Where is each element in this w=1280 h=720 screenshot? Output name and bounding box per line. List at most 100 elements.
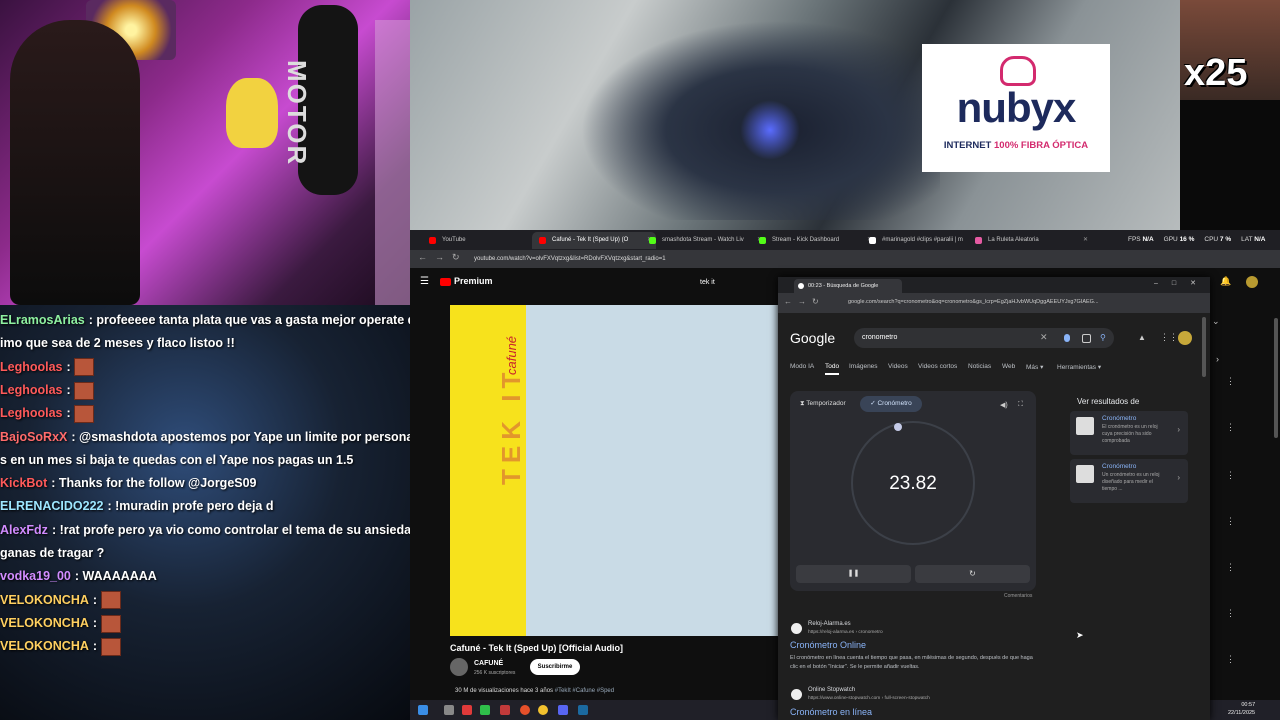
labs-icon[interactable]: ▲	[1138, 333, 1146, 342]
menu-icon[interactable]: ☰	[420, 276, 429, 287]
volume-icon[interactable]: ◀)	[1000, 401, 1008, 409]
search-input[interactable]: cronometro	[862, 334, 897, 341]
stat-item: LAT N/A	[1241, 236, 1266, 243]
scrollbar[interactable]	[1274, 318, 1278, 438]
chat-emote-icon	[100, 614, 121, 633]
filter-tab[interactable]: Web	[1002, 363, 1015, 370]
chat-text: :	[66, 382, 75, 397]
chevron-right-icon[interactable]: ›	[1177, 425, 1180, 434]
filter-tab[interactable]: Imágenes	[849, 363, 878, 370]
more-icon[interactable]: ⋮	[1226, 654, 1235, 665]
result-site[interactable]: Online Stopwatch	[808, 687, 855, 693]
channel-name[interactable]: CAFUNÉ	[474, 660, 503, 667]
chat-username: ELramosArias	[0, 313, 85, 327]
timer-tab[interactable]: ⧗ Temporizador	[800, 400, 846, 408]
app-icon[interactable]	[462, 705, 472, 715]
related-card[interactable]: Cronómetro Un cronómetro es un reloj dis…	[1070, 459, 1188, 503]
more-icon[interactable]: ⋮	[1226, 562, 1235, 573]
chat-text: : profeeeee tanta plata que vas a gasta …	[88, 313, 410, 327]
search-icon[interactable]	[444, 705, 454, 715]
chat-message: VELOKONCHA:	[0, 589, 410, 612]
reset-button[interactable]: ↻	[915, 565, 1030, 583]
card-title[interactable]: Cronómetro	[1102, 415, 1136, 422]
stream-chat: ELramosArias: profeeeee tanta plata que …	[0, 305, 410, 720]
browser-tab[interactable]: YouTube✕	[422, 232, 546, 249]
browser-tab[interactable]: Stream - Kick Dashboard✕	[752, 232, 876, 249]
filter-tab[interactable]: Modo IA	[790, 363, 814, 370]
result-title[interactable]: Cronómetro en línea	[790, 707, 872, 717]
filter-tab[interactable]: Noticias	[968, 363, 991, 370]
avatar[interactable]	[1246, 276, 1258, 288]
youtube-search-input[interactable]: tek it	[700, 276, 780, 290]
app-icon[interactable]	[520, 705, 530, 715]
apps-grid-icon[interactable]: ⋮⋮	[1160, 332, 1178, 343]
microphone-icon[interactable]	[1064, 334, 1070, 342]
card-title[interactable]: Cronómetro	[1102, 463, 1136, 470]
chat-text: :	[92, 639, 101, 654]
google-tab[interactable]: 00:23 - Búsqueda de Google	[794, 279, 902, 293]
dropdown-icon[interactable]: ⌄	[1212, 316, 1220, 327]
result-site[interactable]: Reloj-Alarma.es	[808, 621, 851, 627]
fullscreen-icon[interactable]: ⛶	[1018, 401, 1023, 409]
google-address-bar[interactable]: ←→↻ google.com/search?q=cronometro&oq=cr…	[778, 293, 1210, 313]
clear-icon[interactable]: ✕	[1040, 332, 1048, 343]
filter-tab[interactable]: Más ▾	[1026, 363, 1043, 371]
chrome-icon[interactable]	[538, 705, 548, 715]
google-url[interactable]: google.com/search?q=cronometro&oq=cronom…	[848, 299, 1099, 305]
address-bar[interactable]: ←→↻ youtube.com/watch?v=olvFXVqtzxg&list…	[410, 250, 1280, 268]
start-icon[interactable]	[418, 705, 428, 715]
youtube-logo[interactable]: Premium	[440, 276, 493, 286]
feedback-link[interactable]: Comentarios	[1004, 593, 1032, 599]
more-icon[interactable]: ⋮	[1226, 516, 1235, 527]
scrollbar[interactable]	[1202, 317, 1206, 377]
filter-tab[interactable]: Videos cortos	[918, 363, 957, 370]
url-text[interactable]: youtube.com/watch?v=olvFXVqtzxg&list=RDo…	[474, 253, 666, 265]
browser-tab[interactable]: smashdota Stream - Watch Liv✕	[642, 232, 766, 249]
related-card[interactable]: Cronómetro El cronómetro es un reloj cuy…	[1070, 411, 1188, 455]
play-icon[interactable]	[480, 705, 490, 715]
video-title: Cafuné - Tek It (Sped Up) [Official Audi…	[450, 643, 623, 653]
chevron-right-icon[interactable]: ›	[1177, 473, 1180, 482]
avatar[interactable]	[1178, 331, 1192, 345]
more-icon[interactable]: ⋮	[1226, 470, 1235, 481]
stat-item: GPU 16 %	[1163, 236, 1195, 243]
filter-tab[interactable]: Herramientas ▾	[1057, 363, 1101, 371]
steam-icon[interactable]	[578, 705, 588, 715]
bell-icon[interactable]: 🔔	[1220, 276, 1231, 287]
chat-message: ELRENACIDO222: !muradin profe pero deja …	[0, 495, 410, 518]
window-controls[interactable]: –□✕	[1154, 279, 1210, 287]
more-icon[interactable]: ⋮	[1226, 608, 1235, 619]
result-url[interactable]: https://www.online-stopwatch.com › full-…	[808, 696, 930, 701]
nav-buttons[interactable]: ←→↻	[418, 252, 468, 263]
app-icon[interactable]	[500, 705, 510, 715]
filter-tab[interactable]: Todo	[825, 363, 840, 375]
chat-username: VELOKONCHA	[0, 639, 89, 654]
browser-tab[interactable]: Cafuné - Tek It (Sped Up) (O✕	[532, 232, 656, 249]
pause-button[interactable]: ❚❚	[796, 565, 911, 583]
clock[interactable]: 00:57 22/11/2025	[1228, 701, 1255, 717]
result-url[interactable]: https://reloj-alarma.es › cronometro	[808, 630, 883, 635]
discord-icon[interactable]	[558, 705, 568, 715]
youtube-play-icon	[440, 277, 451, 286]
search-icon[interactable]: ⚲	[1100, 333, 1106, 342]
google-logo[interactable]: Google	[790, 330, 835, 346]
nav-buttons[interactable]: ←→↻	[784, 297, 825, 306]
stat-item: FPS N/A	[1128, 236, 1154, 243]
tab-label: La Ruleta Aleatoria	[988, 237, 1039, 243]
more-icon[interactable]: ⋮	[1226, 376, 1235, 387]
video-player[interactable]: cafuné TEK IT	[450, 305, 778, 636]
subscribe-button[interactable]: Suscribirme	[530, 659, 580, 675]
browser-tab[interactable]: La Ruleta Aleatoria ✕	[968, 232, 1092, 249]
card-desc: Un cronómetro es un reloj diseñado para …	[1102, 472, 1160, 492]
chevron-right-icon[interactable]: ›	[1216, 354, 1219, 364]
filter-tab[interactable]: Videos	[888, 363, 908, 370]
channel-avatar[interactable]	[450, 658, 468, 676]
chat-username: Leghoolas	[0, 406, 63, 421]
chat-text: : Thanks for the follow @JorgeS09	[51, 476, 257, 491]
google-window: 00:23 - Búsqueda de Google –□✕ ←→↻ googl…	[778, 277, 1210, 720]
close-icon[interactable]: ✕	[1083, 232, 1088, 249]
lens-icon[interactable]	[1082, 334, 1091, 343]
stopwatch-tab[interactable]: ✓ Cronómetro	[860, 396, 922, 412]
result-title[interactable]: Cronómetro Online	[790, 640, 866, 650]
more-icon[interactable]: ⋮	[1226, 422, 1235, 433]
